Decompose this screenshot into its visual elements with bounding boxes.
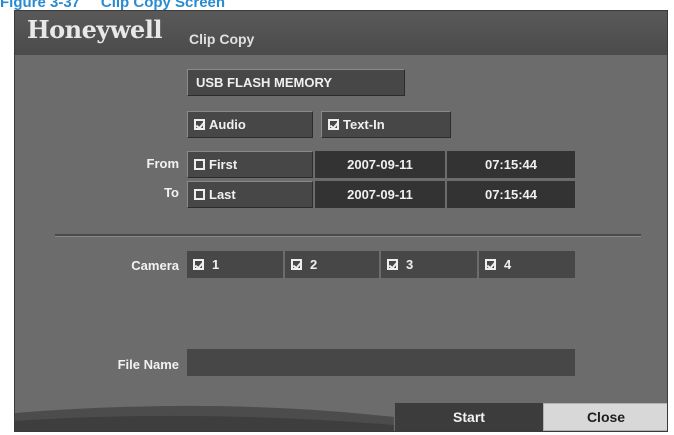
last-label: Last bbox=[209, 187, 236, 202]
camera-option-2[interactable]: 2 bbox=[285, 251, 379, 278]
from-time-field[interactable]: 07:15:44 bbox=[447, 151, 575, 178]
brand-logo: Honeywell bbox=[27, 15, 163, 44]
device-selector-label: USB FLASH MEMORY bbox=[196, 75, 333, 90]
last-checkbox-icon[interactable] bbox=[194, 189, 205, 200]
clip-copy-screen: Honeywell Clip Copy USB FLASH MEMORY Aud… bbox=[14, 10, 668, 432]
camera-3-label: 3 bbox=[406, 257, 414, 272]
close-button[interactable]: Close bbox=[543, 403, 667, 431]
header-bar: Honeywell Clip Copy bbox=[15, 11, 667, 55]
camera-option-3[interactable]: 3 bbox=[381, 251, 477, 278]
to-time-value: 07:15:44 bbox=[484, 187, 538, 202]
camera-4-label: 4 bbox=[504, 257, 512, 272]
camera-3-checkbox-icon[interactable] bbox=[387, 259, 398, 270]
file-name-label: File Name bbox=[117, 357, 179, 372]
from-date-value: 2007-09-11 bbox=[347, 157, 413, 172]
to-date-value: 2007-09-11 bbox=[347, 187, 413, 202]
camera-1-checkbox-icon[interactable] bbox=[193, 259, 204, 270]
from-first-option[interactable]: First bbox=[187, 151, 313, 178]
camera-4-checkbox-icon[interactable] bbox=[485, 259, 496, 270]
camera-2-label: 2 bbox=[310, 257, 318, 272]
start-button[interactable]: Start bbox=[395, 403, 543, 431]
text-in-option[interactable]: Text-In bbox=[321, 111, 451, 138]
to-label: To bbox=[164, 185, 179, 200]
text-in-label: Text-In bbox=[343, 117, 385, 132]
footer-bar: Start Close bbox=[15, 403, 667, 431]
file-name-input[interactable] bbox=[187, 349, 575, 376]
audio-option[interactable]: Audio bbox=[187, 111, 313, 138]
camera-1-label: 1 bbox=[212, 257, 220, 272]
from-time-value: 07:15:44 bbox=[484, 157, 538, 172]
section-divider bbox=[55, 234, 641, 237]
text-in-checkbox-icon[interactable] bbox=[328, 119, 339, 130]
audio-checkbox-icon[interactable] bbox=[194, 119, 205, 130]
from-date-field[interactable]: 2007-09-11 bbox=[315, 151, 445, 178]
first-checkbox-icon[interactable] bbox=[194, 159, 205, 170]
camera-option-1[interactable]: 1 bbox=[187, 251, 283, 278]
camera-label: Camera bbox=[131, 258, 179, 273]
to-last-option[interactable]: Last bbox=[187, 181, 313, 208]
to-time-field[interactable]: 07:15:44 bbox=[447, 181, 575, 208]
device-selector[interactable]: USB FLASH MEMORY bbox=[187, 69, 405, 96]
figure-caption: Figure 3-37 Clip Copy Screen bbox=[0, 0, 226, 11]
from-label: From bbox=[146, 156, 180, 171]
to-date-field[interactable]: 2007-09-11 bbox=[315, 181, 445, 208]
screen-title: Clip Copy bbox=[189, 31, 255, 47]
audio-label: Audio bbox=[209, 117, 246, 132]
camera-2-checkbox-icon[interactable] bbox=[291, 259, 302, 270]
first-label: First bbox=[209, 157, 238, 172]
camera-option-4[interactable]: 4 bbox=[479, 251, 575, 278]
